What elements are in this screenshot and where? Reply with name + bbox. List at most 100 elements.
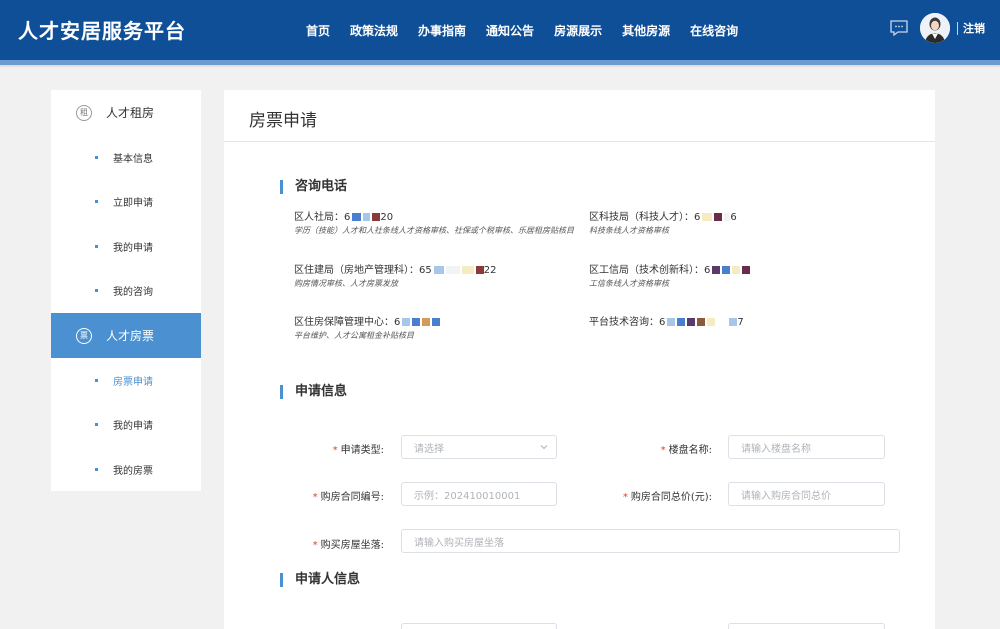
voucher-icon: 票	[76, 327, 92, 344]
contact-desc: 科技条线人才资格审核	[589, 226, 669, 235]
redaction-mark	[702, 213, 713, 221]
redaction-mark	[687, 318, 696, 326]
user-avatar[interactable]	[920, 13, 950, 43]
sidebar-item-label: 立即申请	[113, 198, 153, 210]
house-address-input[interactable]: 请输入购买房屋坐落	[401, 529, 900, 553]
contact-desc: 学历（技能）人才和人社条线人才资格审核、社保或个税审核、乐居租房贴核目	[294, 226, 574, 235]
applicant-field-partial[interactable]	[728, 623, 885, 629]
bullet-icon	[95, 289, 98, 293]
section-apply-title: 申请信息	[280, 385, 347, 399]
required-mark: *	[622, 492, 628, 503]
contact-science: 区科技局（科技人才）：6 6 科技条线人才资格审核	[589, 208, 889, 236]
contact-housing-bureau: 区住建局（房地产管理科）：65 22 购房情况审核、人才房票发放	[294, 261, 594, 289]
redaction-mark	[667, 318, 676, 326]
contact-industry-bureau: 区工信局（技术创新科）：6 工信条线人才资格审核	[589, 261, 889, 289]
redaction-mark	[461, 266, 474, 274]
bullet-icon	[95, 378, 98, 382]
sidebar-item-my-voucher-applications[interactable]: 我的申请	[51, 403, 201, 448]
redaction-mark	[722, 266, 731, 274]
redaction-mark	[712, 266, 721, 274]
message-icon[interactable]	[889, 19, 909, 37]
contact-label: 区工信局（技术创新科）：6	[589, 265, 711, 276]
sidebar-group-label: 人才租房	[106, 106, 155, 120]
sidebar-item-label: 我的申请	[113, 421, 153, 433]
contact-label: 平台技术咨询：6	[589, 317, 666, 328]
nav-notice[interactable]: 通知公告	[486, 22, 534, 39]
contract-number-input[interactable]: 示例：202410010001	[401, 482, 557, 506]
sidebar-item-apply-now[interactable]: 立即申请	[51, 180, 201, 225]
redaction-mark	[363, 213, 371, 221]
redaction-mark	[445, 266, 460, 274]
estate-name-label: * 楼盘名称:	[660, 445, 712, 456]
sidebar-item-label: 基本信息	[113, 153, 153, 165]
contact-line: 区住建局（房地产管理科）：65 22	[294, 261, 594, 276]
sidebar-item-my-vouchers[interactable]: 我的房票	[51, 447, 201, 492]
contact-tail: 22	[483, 265, 497, 276]
redaction-mark	[412, 318, 421, 326]
contact-tail: 7	[737, 317, 744, 328]
bullet-icon	[95, 467, 98, 471]
applicant-field-partial[interactable]	[401, 623, 557, 629]
logout-link[interactable]: 注销	[963, 20, 985, 36]
nav-guide[interactable]: 办事指南	[418, 22, 466, 39]
sidebar-item-my-applications[interactable]: 我的申请	[51, 224, 201, 269]
contact-label: 区住房保障管理中心：6	[294, 317, 401, 328]
sidebar-item-label: 房票申请	[113, 376, 153, 388]
contract-price-label: * 购房合同总价(元):	[622, 492, 712, 503]
sidebar-item-basic-info[interactable]: 基本信息	[51, 135, 201, 180]
contact-tail: 20	[380, 212, 394, 223]
contact-desc: 购房情况审核、人才房票发放	[294, 279, 398, 288]
apply-type-label: * 申请类型:	[332, 445, 384, 456]
redaction-mark	[352, 213, 362, 221]
sidebar-item-my-consultations[interactable]: 我的咨询	[51, 269, 201, 314]
estate-name-input[interactable]: 请输入楼盘名称	[728, 435, 885, 459]
sidebar-group-label: 人才房票	[106, 329, 155, 343]
select-placeholder: 请选择	[414, 443, 444, 455]
redaction-mark	[714, 213, 723, 221]
contact-tech-support: 平台技术咨询：6 7	[589, 313, 889, 328]
redaction-mark	[432, 318, 441, 326]
redaction-mark	[475, 266, 484, 274]
bullet-icon	[95, 244, 98, 248]
sidebar-item-label: 我的房票	[113, 465, 153, 477]
nav-online-consult[interactable]: 在线咨询	[690, 22, 738, 39]
contact-housing-center: 区住房保障管理中心：6 平台维护、人才公寓租金补贴核目	[294, 313, 594, 341]
nav-housing[interactable]: 房源展示	[554, 22, 602, 39]
contract-number-label: * 购房合同编号:	[312, 492, 384, 503]
redaction-mark	[402, 318, 411, 326]
contact-label: 区人社局：6	[294, 212, 351, 223]
contract-price-input[interactable]: 请输入购房合同总价	[728, 482, 885, 506]
title-divider	[224, 141, 935, 142]
contact-line: 区住房保障管理中心：6	[294, 313, 594, 328]
avatar-icon	[920, 13, 950, 43]
sidebar-item-label: 我的申请	[113, 242, 153, 254]
contact-line: 区人社局：6 20	[294, 208, 594, 223]
apply-type-select[interactable]: 请选择	[401, 435, 557, 459]
house-address-label: * 购买房屋坐落:	[312, 540, 384, 551]
required-mark: *	[332, 445, 338, 456]
required-mark: *	[312, 492, 318, 503]
sidebar: 租 人才租房 基本信息 立即申请 我的申请 我的咨询 票 人才房票 房票申请 我…	[51, 90, 201, 491]
contact-line: 区科技局（科技人才）：6 6	[589, 208, 889, 223]
nav-home[interactable]: 首页	[306, 22, 330, 39]
bullet-icon	[95, 423, 98, 427]
redaction-mark	[697, 318, 706, 326]
site-logo[interactable]: 人才安居服务平台	[18, 15, 186, 44]
contact-desc: 平台维护、人才公寓租金补贴核目	[294, 331, 414, 340]
section-consult-title: 咨询电话	[280, 180, 347, 194]
redaction-mark	[707, 318, 716, 326]
sidebar-group-rental[interactable]: 租 人才租房	[51, 90, 201, 135]
top-header: 人才安居服务平台 首页 政策法规 办事指南 通知公告 房源展示 其他房源 在线咨…	[0, 0, 1000, 60]
header-shadow	[0, 65, 1000, 68]
input-placeholder: 示例：202410010001	[414, 490, 521, 502]
bullet-icon	[95, 200, 98, 204]
sidebar-item-label: 我的咨询	[113, 287, 153, 299]
rent-icon: 租	[76, 104, 92, 121]
redaction-mark	[717, 318, 728, 326]
contact-hrss: 区人社局：6 20 学历（技能）人才和人社条线人才资格审核、社保或个税审核、乐居租…	[294, 208, 594, 236]
nav-other-housing[interactable]: 其他房源	[622, 22, 670, 39]
sidebar-group-housing-voucher[interactable]: 票 人才房票	[51, 313, 201, 358]
sidebar-item-voucher-apply[interactable]: 房票申请	[51, 358, 201, 403]
nav-policy[interactable]: 政策法规	[350, 22, 398, 39]
header-divider	[957, 22, 958, 35]
